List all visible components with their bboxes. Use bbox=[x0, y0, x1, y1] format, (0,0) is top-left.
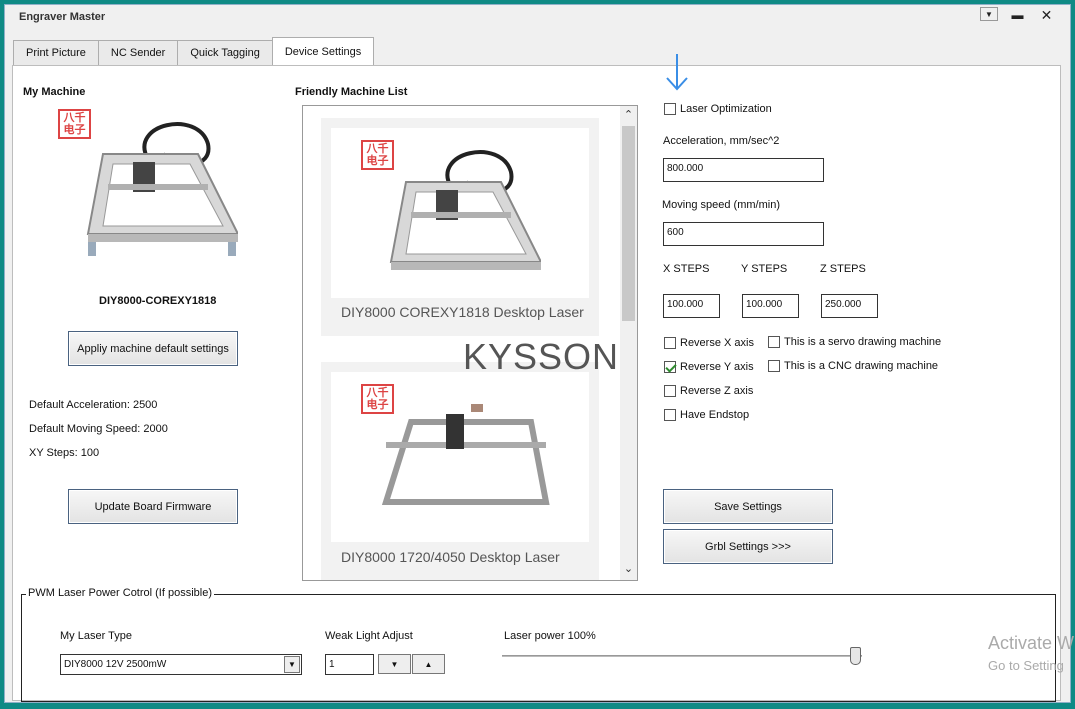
acceleration-input[interactable]: 800.000 bbox=[663, 158, 824, 182]
laser-type-select[interactable]: DIY8000 12V 2500mW ▼ bbox=[60, 654, 302, 675]
update-firmware-button[interactable]: Update Board Firmware bbox=[68, 489, 238, 524]
scroll-down-icon[interactable]: ⌄ bbox=[620, 562, 637, 578]
tab-device-settings[interactable]: Device Settings bbox=[271, 37, 375, 65]
default-moving-speed-text: Default Moving Speed: 2000 bbox=[29, 423, 168, 435]
grbl-settings-button[interactable]: Grbl Settings >>> bbox=[663, 529, 833, 564]
scroll-thumb[interactable] bbox=[622, 126, 635, 321]
acceleration-label: Acceleration, mm/sec^2 bbox=[663, 135, 780, 147]
reverse-y-checkbox[interactable]: Reverse Y axis bbox=[664, 361, 754, 373]
z-steps-label: Z STEPS bbox=[820, 263, 866, 275]
weak-light-input[interactable]: 1 bbox=[325, 654, 374, 675]
y-steps-label: Y STEPS bbox=[741, 263, 788, 275]
machine-image bbox=[381, 404, 550, 505]
help-icon[interactable]: ▼ bbox=[980, 7, 998, 21]
reverse-z-checkbox[interactable]: Reverse Z axis bbox=[664, 385, 753, 397]
friendly-list-heading: Friendly Machine List bbox=[295, 86, 408, 98]
list-item-label: DIY8000 COREXY1818 Desktop Laser bbox=[341, 304, 584, 320]
activate-windows-title: Activate W bbox=[988, 633, 1075, 653]
laser-type-label: My Laser Type bbox=[60, 630, 132, 642]
tab-print-picture[interactable]: Print Picture bbox=[13, 40, 99, 65]
list-scrollbar[interactable]: ⌃ ⌄ bbox=[620, 106, 637, 580]
tab-bar: Print Picture NC Sender Quick Tagging De… bbox=[13, 37, 375, 67]
title-bar: Engraver Master ▼ ▬ ✕ bbox=[5, 5, 1070, 33]
y-steps-input[interactable]: 100.000 bbox=[742, 294, 799, 318]
tab-nc-sender[interactable]: NC Sender bbox=[97, 40, 179, 65]
laser-power-label: Laser power 100% bbox=[504, 630, 596, 642]
x-steps-input[interactable]: 100.000 bbox=[663, 294, 720, 318]
list-item[interactable]: 八千电子 DIY8000 COREXY1818 Desktop Laser bbox=[321, 118, 599, 336]
increment-icon[interactable]: ▲ bbox=[412, 654, 445, 674]
apply-default-settings-button[interactable]: Appliy machine default settings bbox=[68, 331, 238, 366]
save-settings-button[interactable]: Save Settings bbox=[663, 489, 833, 524]
decrement-icon[interactable]: ▼ bbox=[378, 654, 411, 674]
down-arrow-icon bbox=[666, 54, 688, 91]
laser-optimization-checkbox[interactable]: Laser Optimization bbox=[664, 103, 772, 115]
chevron-down-icon[interactable]: ▼ bbox=[284, 656, 300, 673]
default-acceleration-text: Default Acceleration: 2500 bbox=[29, 399, 158, 411]
device-settings-page: My Machine 八千电子 DIY8000-COREXY1818 Appli… bbox=[12, 54, 1074, 702]
machine-image bbox=[389, 150, 541, 270]
pwm-laser-power-group: PWM Laser Power Cotrol (If possible) My … bbox=[21, 587, 1056, 702]
have-endstop-checkbox[interactable]: Have Endstop bbox=[664, 409, 749, 421]
xy-steps-text: XY Steps: 100 bbox=[29, 447, 100, 459]
cnc-machine-checkbox[interactable]: This is a CNC drawing machine bbox=[768, 360, 938, 372]
window-controls: ▼ ▬ ✕ bbox=[978, 7, 1060, 23]
watermark: KYSSON bbox=[463, 336, 620, 377]
servo-machine-checkbox[interactable]: This is a servo drawing machine bbox=[768, 336, 941, 348]
minimize-icon[interactable]: ▬ bbox=[1004, 7, 1031, 23]
weak-light-label: Weak Light Adjust bbox=[325, 630, 413, 642]
machine-name: DIY8000-COREXY1818 bbox=[99, 295, 217, 307]
window-title: Engraver Master bbox=[19, 11, 106, 23]
moving-speed-input[interactable]: 600 bbox=[663, 222, 824, 246]
pwm-group-title: PWM Laser Power Cotrol (If possible) bbox=[26, 587, 214, 599]
close-icon[interactable]: ✕ bbox=[1033, 7, 1060, 23]
list-item[interactable]: 八千电子 DIY8000 1720/4050 Desktop Laser bbox=[321, 362, 599, 580]
activate-windows-subtitle: Go to Setting bbox=[988, 658, 1064, 673]
laser-power-slider-track[interactable] bbox=[502, 655, 862, 657]
scroll-up-icon[interactable]: ⌃ bbox=[620, 108, 637, 124]
tab-quick-tagging[interactable]: Quick Tagging bbox=[177, 40, 273, 65]
machine-image bbox=[86, 122, 238, 256]
laser-power-slider-thumb[interactable] bbox=[850, 647, 861, 665]
app-window: Engraver Master ▼ ▬ ✕ Print Picture NC S… bbox=[4, 4, 1074, 703]
moving-speed-label: Moving speed (mm/min) bbox=[662, 199, 780, 211]
my-machine-heading: My Machine bbox=[23, 86, 86, 98]
reverse-x-checkbox[interactable]: Reverse X axis bbox=[664, 337, 754, 349]
z-steps-input[interactable]: 250.000 bbox=[821, 294, 878, 318]
x-steps-label: X STEPS bbox=[663, 263, 710, 275]
list-item-label: DIY8000 1720/4050 Desktop Laser bbox=[341, 549, 560, 565]
checkbox-box[interactable] bbox=[664, 103, 676, 115]
